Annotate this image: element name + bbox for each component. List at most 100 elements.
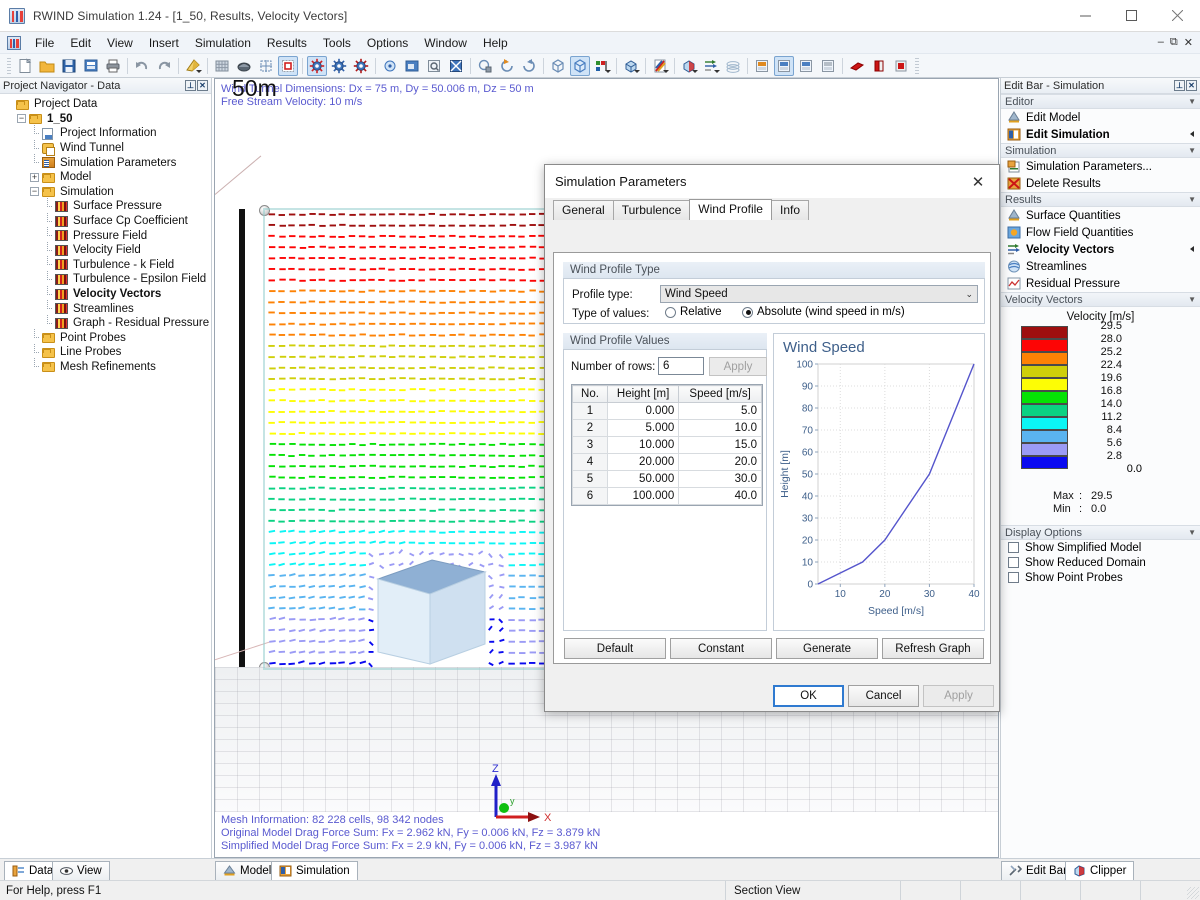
box-view-icon[interactable] bbox=[621, 56, 641, 76]
mdi-minimize-button[interactable]: – bbox=[1158, 36, 1164, 49]
velocity-vectors-section-header[interactable]: Velocity Vectors ▼ bbox=[1001, 292, 1200, 307]
table-row[interactable]: 25.00010.0 bbox=[573, 420, 762, 437]
height-cell[interactable]: 50.000 bbox=[608, 471, 679, 488]
tab-turbulence[interactable]: Turbulence bbox=[613, 200, 691, 220]
close-icon[interactable]: ✕ bbox=[197, 80, 208, 91]
chevron-down-icon[interactable] bbox=[692, 70, 698, 73]
chevron-down-icon[interactable] bbox=[605, 70, 611, 73]
result-plane-3-icon[interactable] bbox=[796, 56, 816, 76]
section-red-icon[interactable] bbox=[847, 56, 867, 76]
tab-general[interactable]: General bbox=[553, 200, 614, 220]
editbar-item-surface-quantities[interactable]: Surface Quantities bbox=[1001, 207, 1200, 224]
checkbox-show-simplified-model[interactable]: Show Simplified Model bbox=[1001, 540, 1200, 555]
editbar-item-residual-pressure[interactable]: Residual Pressure bbox=[1001, 275, 1200, 292]
checkbox-icon[interactable] bbox=[1008, 542, 1019, 553]
menu-item-view[interactable]: View bbox=[99, 34, 141, 52]
speed-cell[interactable]: 30.0 bbox=[679, 471, 762, 488]
rotate-cw-icon[interactable] bbox=[519, 56, 539, 76]
bottom-tab-edit-bar[interactable]: Edit Bar bbox=[1001, 861, 1075, 880]
tree-node[interactable]: Line Probes bbox=[4, 345, 211, 360]
vectors-icon[interactable] bbox=[701, 56, 721, 76]
column-header[interactable]: Height [m] bbox=[608, 386, 679, 403]
tree-node[interactable]: Surface Cp Coefficient bbox=[4, 214, 211, 229]
redo-icon[interactable] bbox=[154, 56, 174, 76]
tree-node[interactable]: Point Probes bbox=[4, 331, 211, 346]
menu-item-results[interactable]: Results bbox=[259, 34, 315, 52]
chevron-down-icon[interactable] bbox=[663, 70, 669, 73]
speed-cell[interactable]: 20.0 bbox=[679, 454, 762, 471]
tree-node[interactable]: −1_50 bbox=[4, 112, 211, 127]
tree-node[interactable]: Project Data bbox=[4, 97, 211, 112]
speed-cell[interactable]: 5.0 bbox=[679, 403, 762, 420]
result-plane-2-icon[interactable] bbox=[774, 56, 794, 76]
section-square-icon[interactable] bbox=[891, 56, 911, 76]
tree-node[interactable]: Simulation Parameters bbox=[4, 155, 211, 170]
zoom-area-icon[interactable] bbox=[424, 56, 444, 76]
zoom-fit-icon[interactable] bbox=[380, 56, 400, 76]
column-header[interactable]: No. bbox=[573, 386, 608, 403]
print-preview-icon[interactable] bbox=[81, 56, 101, 76]
chevron-down-icon[interactable] bbox=[634, 70, 640, 73]
section-header-editor[interactable]: Editor▼ bbox=[1001, 94, 1200, 109]
menu-item-tools[interactable]: Tools bbox=[315, 34, 359, 52]
menu-item-simulation[interactable]: Simulation bbox=[187, 34, 259, 52]
rotate-ccw-icon[interactable] bbox=[497, 56, 517, 76]
chevron-down-icon[interactable]: ▼ bbox=[1188, 195, 1196, 204]
chevron-left-icon[interactable] bbox=[1190, 131, 1194, 137]
grid-icon[interactable] bbox=[256, 56, 276, 76]
column-header[interactable]: Speed [m/s] bbox=[679, 386, 762, 403]
profile-type-select[interactable]: Wind Speed ⌄ bbox=[660, 285, 978, 303]
zoom-all-icon[interactable] bbox=[446, 56, 466, 76]
chevron-left-icon[interactable] bbox=[1190, 246, 1194, 252]
color-scale-icon[interactable] bbox=[650, 56, 670, 76]
gear-settings-icon[interactable] bbox=[329, 56, 349, 76]
bottom-tab-clipper[interactable]: Clipper bbox=[1065, 861, 1134, 880]
editbar-item-simulation-parameters[interactable]: Simulation Parameters... bbox=[1001, 158, 1200, 175]
tree-node[interactable]: Turbulence - Epsilon Field bbox=[4, 272, 211, 287]
collapse-icon[interactable]: − bbox=[17, 114, 26, 123]
toolbar-grip[interactable] bbox=[7, 58, 11, 74]
undo-icon[interactable] bbox=[132, 56, 152, 76]
tree-node[interactable]: Graph - Residual Pressure bbox=[4, 316, 211, 331]
apply-button[interactable]: Apply bbox=[923, 685, 994, 707]
open-file-icon[interactable] bbox=[37, 56, 57, 76]
tab-info[interactable]: Info bbox=[771, 200, 809, 220]
display-options-header[interactable]: Display Options ▼ bbox=[1001, 525, 1200, 540]
selection-box-icon[interactable] bbox=[278, 56, 298, 76]
tab-wind-profile[interactable]: Wind Profile bbox=[689, 199, 772, 220]
expand-icon[interactable]: + bbox=[30, 173, 39, 182]
tree-node[interactable]: Project Information bbox=[4, 126, 211, 141]
tree-node[interactable]: Streamlines bbox=[4, 301, 211, 316]
tree-node[interactable]: Turbulence - k Field bbox=[4, 258, 211, 273]
editbar-item-velocity-vectors[interactable]: Velocity Vectors bbox=[1001, 241, 1200, 258]
tree-node[interactable]: Velocity Field bbox=[4, 243, 211, 258]
section-header-simulation[interactable]: Simulation▼ bbox=[1001, 143, 1200, 158]
height-cell[interactable]: 5.000 bbox=[608, 420, 679, 437]
mdi-close-button[interactable]: ✕ bbox=[1184, 36, 1193, 49]
menu-item-insert[interactable]: Insert bbox=[141, 34, 187, 52]
speed-cell[interactable]: 10.0 bbox=[679, 420, 762, 437]
chevron-down-icon[interactable]: ▼ bbox=[1188, 528, 1196, 537]
relative-radio[interactable]: Relative bbox=[665, 306, 722, 318]
checkbox-show-reduced-domain[interactable]: Show Reduced Domain bbox=[1001, 555, 1200, 570]
chevron-down-icon[interactable]: ▼ bbox=[1188, 295, 1196, 304]
resize-grip[interactable] bbox=[1187, 887, 1199, 899]
height-cell[interactable]: 100.000 bbox=[608, 488, 679, 505]
tree-node[interactable]: Velocity Vectors bbox=[4, 287, 211, 302]
zoom-window-icon[interactable] bbox=[402, 56, 422, 76]
result-plane-4-icon[interactable] bbox=[818, 56, 838, 76]
close-icon[interactable]: ✕ bbox=[1186, 80, 1197, 91]
table-row[interactable]: 310.00015.0 bbox=[573, 437, 762, 454]
constant-button[interactable]: Constant bbox=[670, 638, 772, 659]
chevron-down-icon[interactable] bbox=[714, 70, 720, 73]
refresh-graph-button[interactable]: Refresh Graph bbox=[882, 638, 984, 659]
menu-item-options[interactable]: Options bbox=[359, 34, 416, 52]
bottom-tab-model[interactable]: Model bbox=[215, 861, 279, 880]
clip-box-icon[interactable] bbox=[679, 56, 699, 76]
apply-rows-button[interactable]: Apply bbox=[709, 357, 767, 376]
cancel-button[interactable]: Cancel bbox=[848, 685, 919, 707]
editbar-item-delete-results[interactable]: Delete Results bbox=[1001, 175, 1200, 192]
editbar-item-edit-simulation[interactable]: Edit Simulation bbox=[1001, 126, 1200, 143]
menu-item-window[interactable]: Window bbox=[416, 34, 475, 52]
toolbar-overflow[interactable] bbox=[915, 58, 919, 74]
